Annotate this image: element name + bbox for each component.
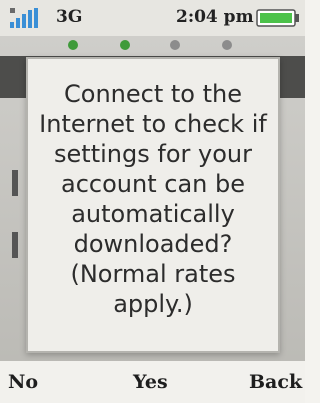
page-dot xyxy=(222,40,232,50)
page-dot xyxy=(170,40,180,50)
page-indicator xyxy=(0,38,305,52)
yes-softkey[interactable]: Yes xyxy=(133,371,168,393)
dialog-message: Connect to the Internet to check if sett… xyxy=(39,80,267,318)
confirmation-dialog: Connect to the Internet to check if sett… xyxy=(26,57,280,353)
back-softkey[interactable]: Back xyxy=(249,371,302,393)
page-dot xyxy=(68,40,78,50)
background-list-marker xyxy=(12,170,18,196)
background-list-marker xyxy=(12,232,18,258)
phone-screen: 3G 2:04 pm Connect to the Internet to ch… xyxy=(0,0,305,403)
no-softkey[interactable]: No xyxy=(8,371,38,393)
softkey-bar: No Yes Back xyxy=(0,361,305,403)
signal-bars-icon xyxy=(10,8,38,28)
network-type: 3G xyxy=(56,7,83,27)
status-bar: 3G 2:04 pm xyxy=(0,0,305,36)
page-dot xyxy=(120,40,130,50)
battery-icon xyxy=(256,9,299,27)
status-time: 2:04 pm xyxy=(176,7,254,27)
